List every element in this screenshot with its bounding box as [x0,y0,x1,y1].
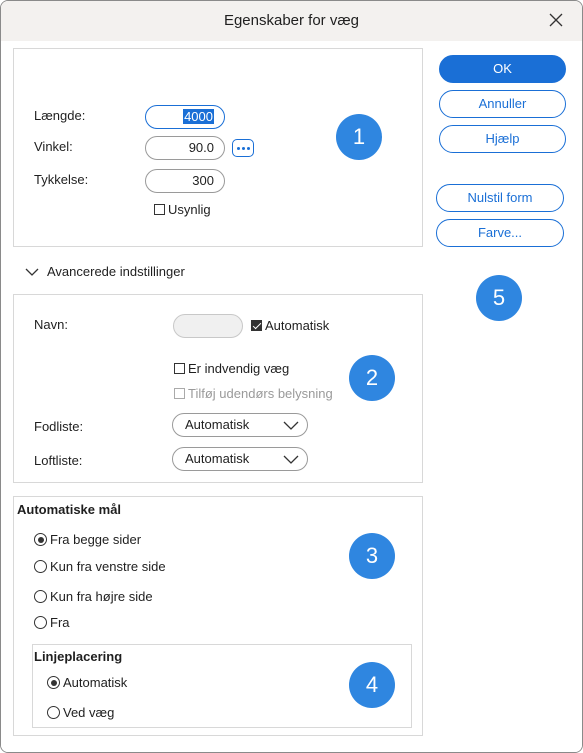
badge-2: 2 [349,355,395,401]
badge-5: 5 [476,275,522,321]
radio-dot [34,590,47,603]
floor-dropdown[interactable]: Automatisk [172,413,308,437]
exterior-lighting-label: Tilføj udendørs belysning [188,386,333,401]
badge-1: 1 [336,114,382,160]
radio-dot [34,533,47,546]
ok-button[interactable]: OK [439,55,566,83]
color-button[interactable]: Farve... [436,219,564,247]
radio-label: Kun fra højre side [50,589,153,604]
radio-from[interactable]: Fra [34,615,70,630]
thickness-input[interactable]: 300 [145,169,225,193]
line-placement-title: Linjeplacering [34,649,123,664]
interior-wall-box [174,363,185,374]
interior-wall-label: Er indvendig væg [188,361,290,376]
radio-both-sides[interactable]: Fra begge sider [34,532,141,547]
floor-value: Automatisk [185,417,250,432]
ceiling-label: Loftliste: [34,453,83,468]
radio-dot [34,560,47,573]
length-label: Længde: [34,108,86,123]
auto-dimensions-title: Automatiske mål [17,502,122,517]
reset-shape-button[interactable]: Nulstil form [436,184,564,212]
length-value: 4000 [183,109,214,124]
angle-label: Vinkel: [34,139,73,154]
length-input[interactable]: 4000 [145,105,225,129]
chevron-down-icon [25,268,39,276]
thickness-label: Tykkelse: [34,172,89,187]
angle-input[interactable]: 90.0 [145,136,225,160]
radio-dot [34,616,47,629]
close-icon [549,13,563,27]
radio-label: Kun fra venstre side [50,559,166,574]
radio-right-only[interactable]: Kun fra højre side [34,589,153,604]
more-dots-icon [236,146,240,150]
title-bar: Egenskaber for væg [1,1,582,41]
wall-properties-dialog: Egenskaber for væg Længde: 4000 Vinkel: … [0,0,583,753]
chevron-down-icon [283,421,299,430]
advanced-settings-expander[interactable]: Avancerede indstillinger [25,264,185,279]
ceiling-dropdown[interactable]: Automatisk [172,447,308,471]
radio-line-auto[interactable]: Automatisk [47,675,127,690]
radio-label: Automatisk [63,675,128,690]
close-button[interactable] [542,7,570,33]
exterior-lighting-checkbox: Tilføj udendørs belysning [174,386,333,401]
chevron-down-icon [283,455,299,464]
radio-left-only[interactable]: Kun fra venstre side [34,559,166,574]
auto-name-checkbox[interactable]: Automatisk [251,318,329,333]
interior-wall-checkbox[interactable]: Er indvendig væg [174,361,289,376]
advanced-settings-label: Avancerede indstillinger [47,264,185,279]
exterior-lighting-box [174,388,185,399]
invisible-checkbox[interactable]: Usynlig [154,202,211,217]
invisible-label: Usynlig [168,202,211,217]
radio-label: Fra begge sider [50,532,142,547]
radio-label: Ved væg [63,705,115,720]
window-title: Egenskaber for væg [223,12,360,29]
help-button[interactable]: Hjælp [439,125,566,153]
badge-3: 3 [349,533,395,579]
radio-dot [47,676,60,689]
auto-name-box [251,320,262,331]
dialog-content: Længde: 4000 Vinkel: 90.0 Tykkelse: 300 … [1,41,582,752]
radio-label: Fra [50,615,70,630]
ceiling-value: Automatisk [185,451,250,466]
radio-dot [47,706,60,719]
auto-name-label: Automatisk [265,318,330,333]
angle-more-button[interactable] [232,139,254,157]
invisible-box [154,204,165,215]
name-label: Navn: [34,317,68,332]
radio-line-at-wall[interactable]: Ved væg [47,705,114,720]
floor-label: Fodliste: [34,419,84,434]
name-input[interactable] [173,314,243,338]
badge-4: 4 [349,662,395,708]
cancel-button[interactable]: Annuller [439,90,566,118]
